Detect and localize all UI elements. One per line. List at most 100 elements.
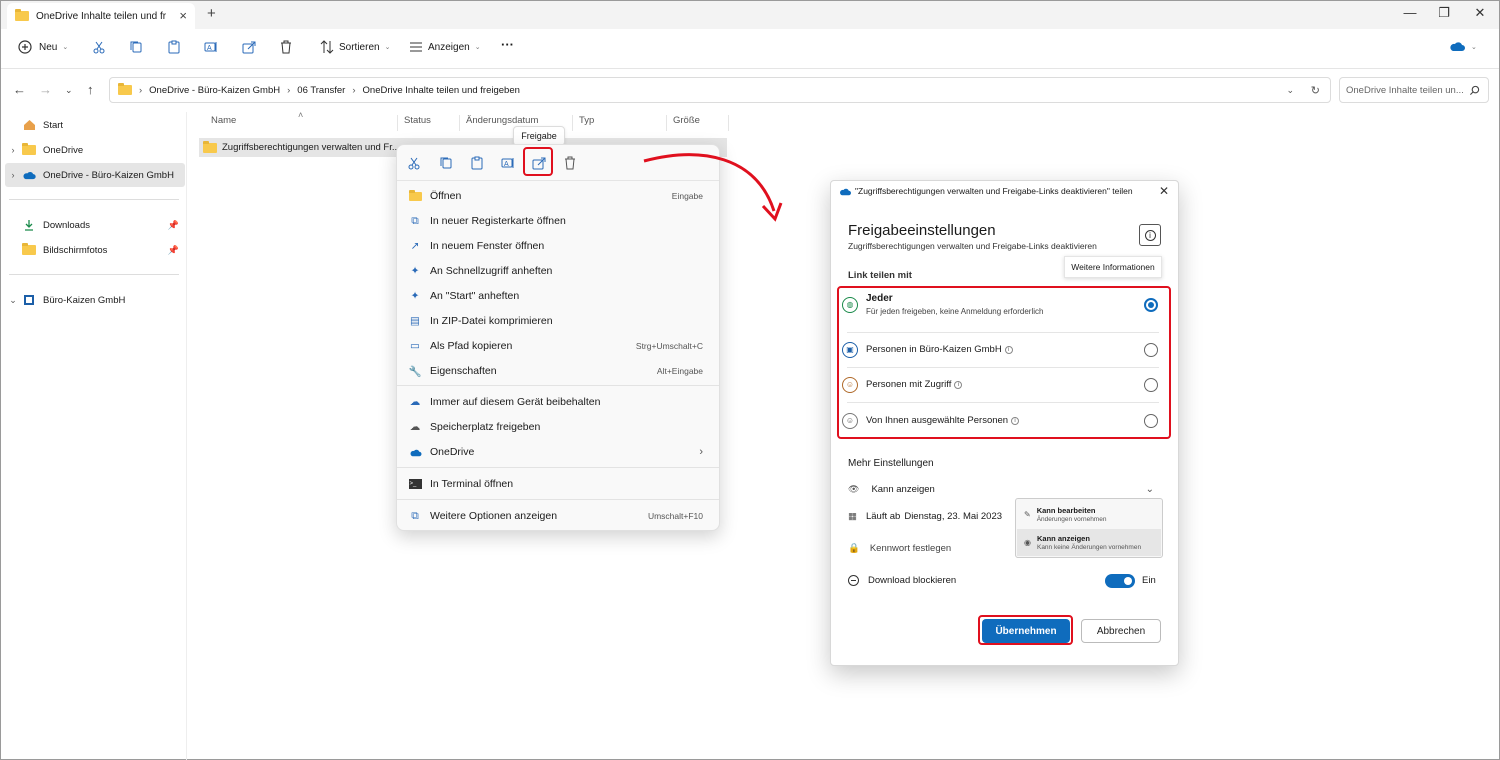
pin-icon[interactable]: 📌 [168,245,179,256]
download-block-toggle[interactable] [1105,574,1135,588]
delete-button[interactable] [278,39,294,55]
apply-highlight [978,615,1073,645]
minimize-button[interactable]: — [1395,5,1425,20]
menu-item-free-space[interactable]: ☁ Speicherplatz freigeben [405,416,713,438]
tab-onedrive[interactable]: OneDrive Inhalte teilen und fr × [7,3,195,29]
clipboard-icon[interactable] [469,155,485,171]
new-button[interactable]: Neu ⌄ [17,39,68,55]
rename-button[interactable]: A [203,39,219,55]
menu-item-onedrive[interactable]: OneDrive › [405,441,713,463]
breadcrumb[interactable]: › OneDrive - Büro-Kaizen GmbH › 06 Trans… [109,77,1331,103]
cancel-button[interactable]: Abbrechen [1081,619,1161,643]
new-tab-button[interactable]: + [207,5,216,22]
cloud-icon [840,188,851,195]
dialog-close-button[interactable]: ✕ [1159,184,1169,198]
forward-button[interactable]: → [39,82,52,97]
breadcrumb-item[interactable]: OneDrive - Büro-Kaizen GmbH [149,85,280,96]
sidebar-item-label: Bildschirmfotos [43,244,108,256]
view-button[interactable]: Anzeigen ⌄ [408,39,481,55]
maximize-button[interactable]: ❐ [1429,5,1459,21]
menu-item-label: Öffnen [430,190,462,202]
cut-button[interactable] [91,39,107,55]
onedrive-status-button[interactable]: ⌄ [1449,39,1477,55]
trash-icon[interactable] [562,155,578,171]
column-header-status[interactable]: Status [398,115,460,131]
info-button[interactable]: i [1139,224,1161,246]
breadcrumb-item[interactable]: OneDrive Inhalte teilen und freigeben [363,85,520,96]
dropdown-option-edit[interactable]: ✎ Kann bearbeiten Änderungen vornehmen [1016,501,1162,527]
menu-item-properties[interactable]: 🔧 Eigenschaften Alt+Eingabe [405,360,713,382]
search-placeholder: OneDrive Inhalte teilen un... [1346,84,1464,96]
sort-button[interactable]: Sortieren ⌄ [319,39,390,55]
pin-icon[interactable]: 📌 [168,220,179,231]
recent-locations-button[interactable]: ⌄ [65,85,73,96]
home-icon [21,119,37,131]
scissors-icon[interactable] [406,155,422,171]
permission-value: Kann anzeigen [871,483,935,495]
chevron-right-icon: › [352,84,356,96]
expiry-row[interactable]: ▦ Läuft ab Dienstag, 23. Mai 2023 [848,511,1002,522]
refresh-icon[interactable]: ↻ [1311,84,1320,97]
menu-item-copy-path[interactable]: ▭ Als Pfad kopieren Strg+Umschalt+C [405,335,713,357]
sidebar-item-downloads[interactable]: Downloads 📌 [5,213,185,237]
folder-icon [15,9,29,21]
breadcrumb-item[interactable]: 06 Transfer [297,85,345,96]
column-header-name[interactable]: Name [205,115,398,131]
paste-button[interactable] [166,39,182,55]
share-icon [242,41,256,54]
menu-item-new-window[interactable]: ↗ In neuem Fenster öffnen [405,235,713,257]
download-icon [21,219,37,231]
menu-item-zip[interactable]: ▤ In ZIP-Datei komprimieren [405,310,713,332]
chevron-right-icon[interactable]: › [5,145,21,155]
more-settings-label: Mehr Einstellungen [848,458,934,469]
search-input[interactable]: OneDrive Inhalte teilen un... [1339,77,1489,103]
sidebar-item-label: OneDrive [43,144,84,156]
copy-button[interactable] [128,39,144,55]
menu-item-label: In neuer Registerkarte öffnen [430,215,566,227]
menu-item-terminal[interactable]: >_ In Terminal öffnen [405,473,713,495]
expiry-value: Dienstag, 23. Mai 2023 [904,511,1003,522]
copy-icon[interactable] [438,155,454,171]
column-header-type[interactable]: Typ [573,115,667,131]
menu-item-keep-on-device[interactable]: ☁ Immer auf diesem Gerät beibehalten [405,391,713,413]
sidebar-item-screenshots[interactable]: Bildschirmfotos 📌 [5,238,185,262]
sidebar-item-label: Downloads [43,219,90,231]
chevron-down-icon[interactable]: ⌄ [5,295,21,306]
menu-item-pin-start[interactable]: ✦ An "Start" anheften [405,285,713,307]
permission-select[interactable]: 👁 Kann anzeigen ⌄ [848,480,1166,498]
close-window-button[interactable]: ✕ [1465,5,1495,21]
file-name: Zugriffsberechtigungen verwalten und Fr.… [222,142,400,153]
rename-icon[interactable]: A [500,155,516,171]
dropdown-option-view[interactable]: ◉ Kann anzeigen Kann keine Änderungen vo… [1017,529,1161,556]
sidebar-item-onedrive[interactable]: › OneDrive [5,138,185,162]
new-label: Neu [39,41,58,53]
sidebar-item-buero-kaizen[interactable]: ⌄ Büro-Kaizen GmbH [5,288,185,312]
dialog-title: "Zugriffsberechtigungen verwalten und Fr… [839,186,1133,196]
terminal-icon: >_ [408,477,422,491]
menu-item-pin-quick-access[interactable]: ✦ An Schnellzugriff anheften [405,260,713,282]
column-header-size[interactable]: Größe [667,115,729,131]
share-button[interactable] [241,39,257,55]
pin-icon: ✦ [410,265,420,277]
menu-item-label: In ZIP-Datei komprimieren [430,315,553,327]
command-bar: Neu ⌄ A Sortieren ⌄ Anzeigen ⌄ ··· ⌄ [1,29,1499,69]
folder-icon [118,83,132,95]
dropdown-option-label: Kann bearbeiten [1036,505,1096,515]
password-row[interactable]: 🔒 Kennwort festlegen [848,543,951,554]
building-icon [21,294,37,306]
sidebar-item-start[interactable]: Start [5,113,185,137]
view-label: Anzeigen [428,41,470,53]
folder-icon [203,140,217,153]
back-button[interactable]: ← [13,82,26,97]
sidebar-item-onedrive-business[interactable]: › OneDrive - Büro-Kaizen GmbH [5,163,185,187]
more-options-button[interactable]: ··· [501,37,514,52]
menu-item-more-options[interactable]: ⧉ Weitere Optionen anzeigen Umschalt+F10 [405,505,713,527]
close-tab-icon[interactable]: × [179,8,187,23]
chevron-down-icon[interactable]: ⌄ [1286,85,1294,96]
navigation-pane: Start › OneDrive › OneDrive - Büro-Kaize… [1,112,187,760]
menu-shortcut: Strg+Umschalt+C [635,341,703,351]
up-button[interactable]: ↑ [87,82,94,97]
share-highlight [523,147,553,176]
chevron-right-icon[interactable]: › [5,170,21,180]
menu-item-label: Immer auf diesem Gerät beibehalten [430,396,601,408]
